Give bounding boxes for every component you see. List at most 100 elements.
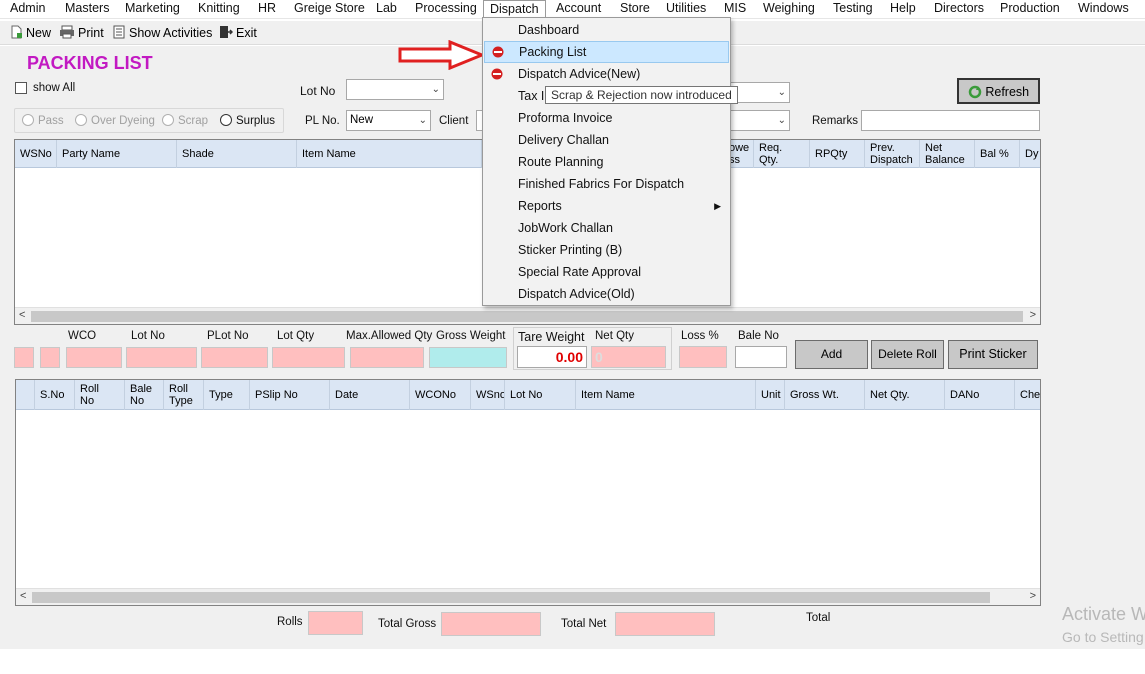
exit-button[interactable]: Exit [219,25,257,42]
bale-no-label: Bale No [738,330,779,342]
net-qty-input[interactable]: 0 [591,346,666,368]
client-combo-right[interactable]: ⌄ [728,110,790,131]
menu-item-dispatch-advice-new[interactable]: Dispatch Advice(New) [484,63,729,85]
scroll-right-icon[interactable]: > [1030,590,1036,602]
print-button[interactable]: Print [59,25,104,42]
show-all-checkbox[interactable] [15,82,27,94]
rolls-grid[interactable]: S.No Roll No Bale No Roll Type Type PSli… [15,379,1041,606]
col-wcono[interactable]: WCONo [410,380,471,410]
menu-admin[interactable]: Admin [10,0,45,19]
print-sticker-button[interactable]: Print Sticker [948,340,1038,369]
radio-surplus[interactable]: Surplus [220,114,275,127]
radio-pass[interactable]: Pass [22,114,64,127]
entry-field-1[interactable] [14,347,34,368]
col-net-balance[interactable]: Net Balance [920,140,975,168]
show-all-label: show All [33,82,76,94]
radio-scrap[interactable]: Scrap [162,114,208,127]
radio-over-dyeing[interactable]: Over Dyeing [75,114,155,127]
rolls-grid-scrollbar[interactable]: < > [16,588,1040,605]
col-sno[interactable]: S.No [35,380,75,410]
col-dyeing[interactable]: Dy [1020,140,1040,168]
col-bale-no[interactable]: Bale No [125,380,164,410]
lot-no-input[interactable] [126,347,197,368]
menu-processing[interactable]: Processing [415,0,477,19]
col-roll-no[interactable]: Roll No [75,380,125,410]
menu-item-special-rate-approval[interactable]: Special Rate Approval [484,261,729,283]
col-lot-no[interactable]: Lot No [505,380,576,410]
bale-no-input[interactable] [735,346,787,368]
col-party-name[interactable]: Party Name [57,140,177,168]
menu-greige-store[interactable]: Greige Store [294,0,365,19]
rolls-total-input[interactable] [308,611,363,635]
menu-item-jobwork-challan[interactable]: JobWork Challan [484,217,729,239]
add-button[interactable]: Add [795,340,868,369]
scroll-left-icon[interactable]: < [20,590,26,602]
menu-knitting[interactable]: Knitting [198,0,240,19]
menu-weighing[interactable]: Weighing [763,0,815,19]
col-unit[interactable]: Unit [756,380,785,410]
refresh-button[interactable]: Refresh [957,78,1040,104]
tare-weight-input[interactable]: 0.00 [517,346,587,368]
col-rpqty[interactable]: RPQty [810,140,865,168]
col-check[interactable]: Chec [1015,380,1040,410]
menu-testing[interactable]: Testing [833,0,873,19]
scroll-thumb[interactable] [32,592,990,603]
show-activities-button[interactable]: Show Activities [112,25,212,42]
menu-marketing[interactable]: Marketing [125,0,180,19]
col-item-name[interactable]: Item Name [297,140,482,168]
new-button[interactable]: New [10,25,51,42]
delete-roll-button[interactable]: Delete Roll [871,340,944,369]
menu-help[interactable]: Help [890,0,916,19]
menu-item-dispatch-advice-old[interactable]: Dispatch Advice(Old) [484,283,729,305]
col-roll-type[interactable]: Roll Type [164,380,204,410]
wco-input[interactable] [66,347,122,368]
net-qty-label: Net Qty [595,330,634,342]
lot-no-combo[interactable]: ⌄ [346,79,444,100]
col-pslip-no[interactable]: PSlip No [250,380,330,410]
col-gross-wt[interactable]: Gross Wt. [785,380,865,410]
menu-item-route-planning[interactable]: Route Planning [484,151,729,173]
menu-directors[interactable]: Directors [934,0,984,19]
menu-item-finished-fabrics[interactable]: Finished Fabrics For Dispatch [484,173,729,195]
lot-qty-input[interactable] [272,347,345,368]
menu-item-reports[interactable]: Reports ▶ [484,195,729,217]
menu-production[interactable]: Production [1000,0,1060,19]
plot-no-input[interactable] [201,347,268,368]
menu-item-sticker-printing[interactable]: Sticker Printing (B) [484,239,729,261]
scroll-right-icon[interactable]: > [1030,309,1036,321]
col-req-qty[interactable]: Req. Qty. [754,140,810,168]
scroll-left-icon[interactable]: < [19,309,25,321]
menu-item-delivery-challan[interactable]: Delivery Challan [484,129,729,151]
new-document-icon [11,25,22,39]
printer-icon [60,25,74,39]
entry-field-2[interactable] [40,347,60,368]
gross-weight-label: Gross Weight [436,330,506,342]
scroll-thumb[interactable] [31,311,1023,322]
max-allowed-qty-input[interactable] [350,347,424,368]
menu-hr[interactable]: HR [258,0,276,19]
col-date[interactable]: Date [330,380,410,410]
col-type[interactable]: Type [204,380,250,410]
loss-percent-input[interactable] [679,346,727,368]
menu-item-dashboard[interactable]: Dashboard [484,19,729,41]
menu-item-packing-list[interactable]: Packing List [484,41,729,63]
col-wsno[interactable]: WSNo [15,140,57,168]
col-shade[interactable]: Shade [177,140,297,168]
col-item-name[interactable]: Item Name [576,380,756,410]
col-wsno[interactable]: WSno [471,380,505,410]
menu-masters[interactable]: Masters [65,0,109,19]
remarks-input[interactable] [861,110,1040,131]
pl-no-combo[interactable]: New ⌄ [346,110,431,131]
col-net-qty[interactable]: Net Qty. [865,380,945,410]
total-net-label: Total Net [561,618,607,630]
col-dano[interactable]: DANo [945,380,1015,410]
total-net-input[interactable] [615,612,715,636]
menu-item-proforma-invoice[interactable]: Proforma Invoice [484,107,729,129]
gross-weight-input[interactable] [429,347,507,368]
menu-windows[interactable]: Windows [1078,0,1129,19]
menu-lab[interactable]: Lab [376,0,397,19]
col-bal-percent[interactable]: Bal % [975,140,1020,168]
top-grid-scrollbar[interactable]: < > [15,307,1040,324]
total-gross-input[interactable] [441,612,541,636]
col-prev-dispatch[interactable]: Prev. Dispatch [865,140,920,168]
